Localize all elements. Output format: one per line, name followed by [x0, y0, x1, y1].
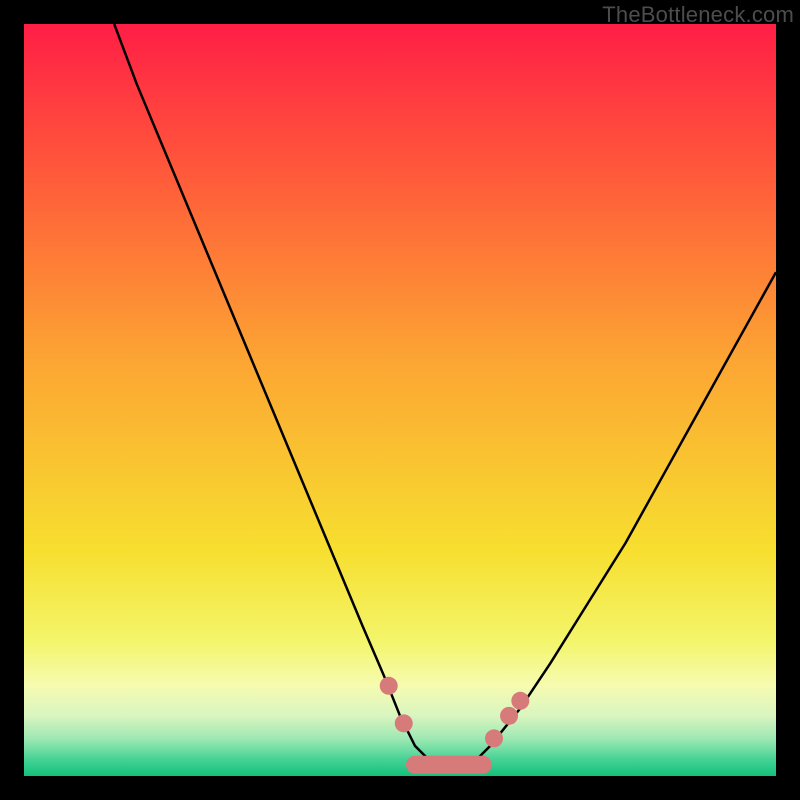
bottleneck-chart: [24, 24, 776, 776]
chart-frame: [24, 24, 776, 776]
marker-right-1: [485, 729, 503, 747]
chart-background: [24, 24, 776, 776]
marker-left-1: [380, 677, 398, 695]
marker-right-2: [500, 707, 518, 725]
marker-right-3: [511, 692, 529, 710]
marker-left-2: [395, 714, 413, 732]
